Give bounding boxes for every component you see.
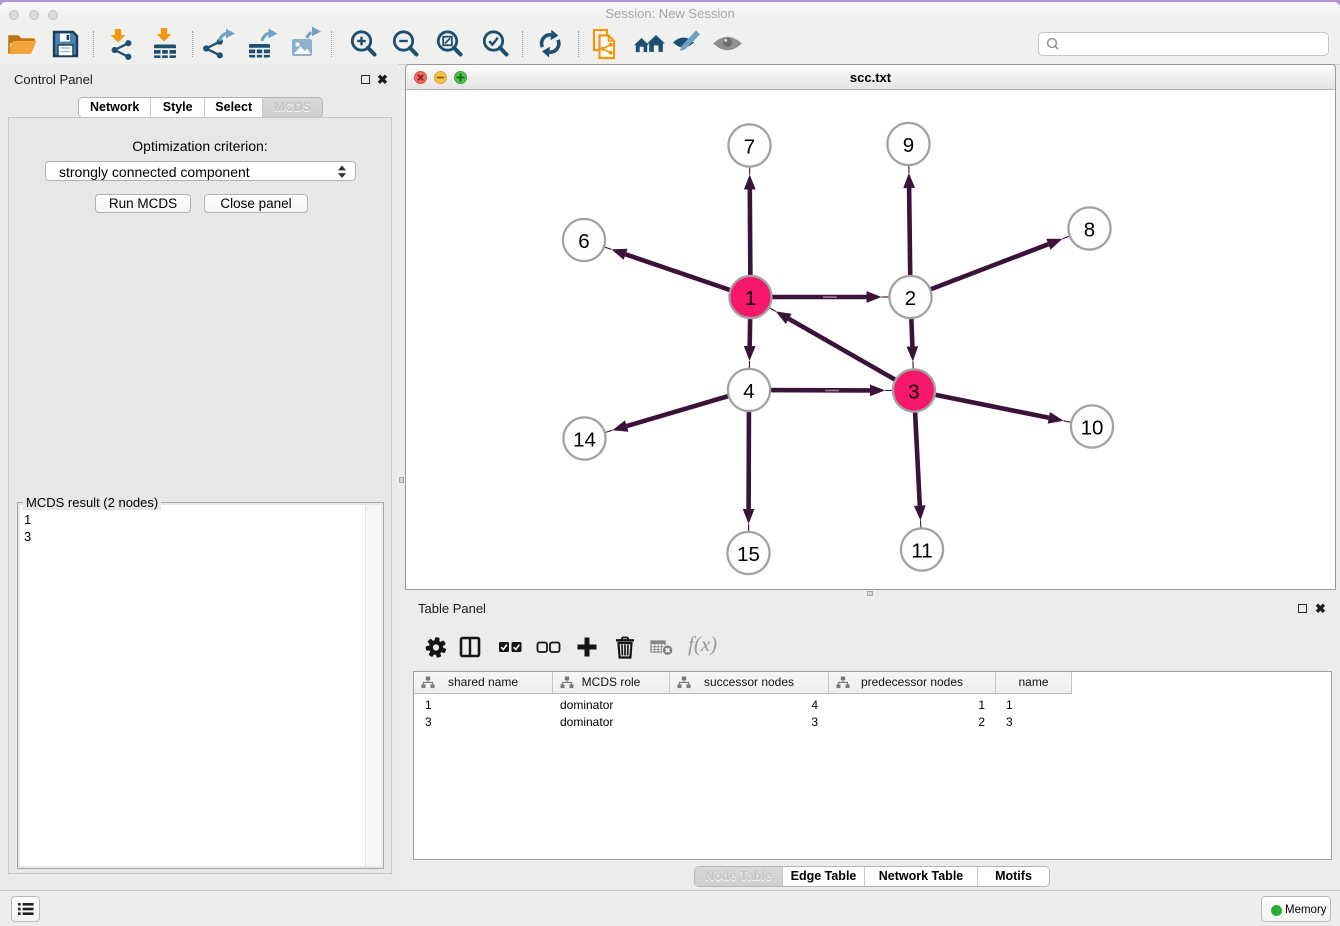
svg-text:3: 3 [908,381,919,404]
svg-text:7: 7 [744,136,755,159]
svg-text:1: 1 [745,287,756,310]
svg-text:14: 14 [573,429,596,452]
svg-text:9: 9 [903,134,914,157]
svg-text:11: 11 [911,540,932,563]
svg-text:10: 10 [1081,417,1104,440]
svg-text:2: 2 [905,287,916,310]
svg-text:15: 15 [737,543,760,566]
svg-text:4: 4 [743,380,754,403]
svg-text:6: 6 [578,230,589,253]
svg-text:8: 8 [1084,219,1095,242]
